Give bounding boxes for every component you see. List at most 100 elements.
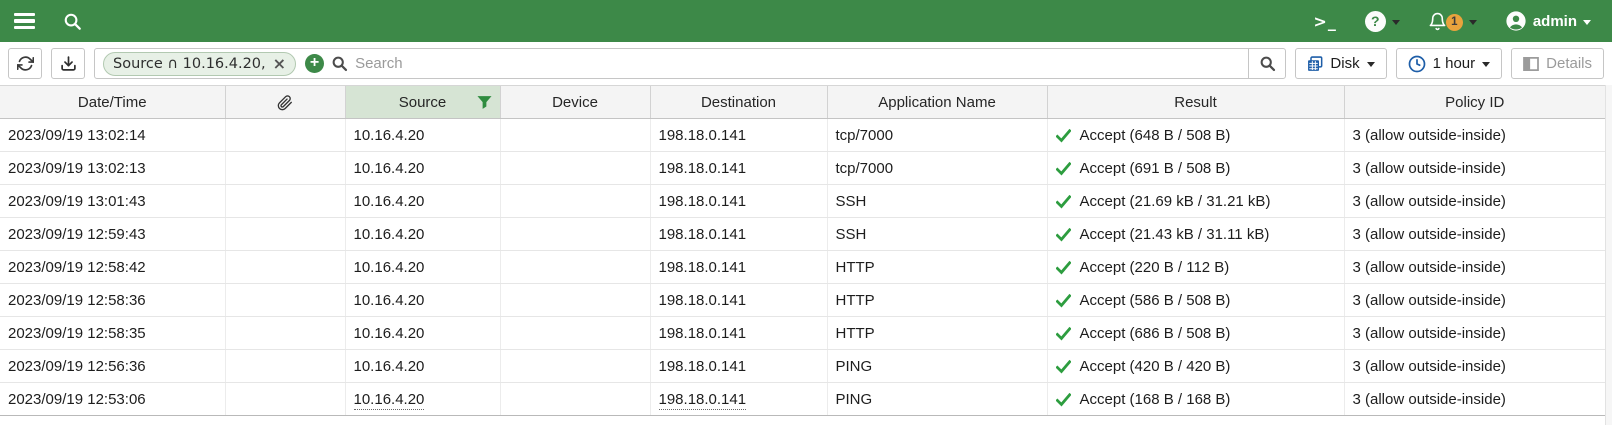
clock-icon xyxy=(1408,55,1426,73)
cell-result: Accept (21.69 kB / 31.21 kB) xyxy=(1047,185,1344,218)
cell-result: Accept (420 B / 420 B) xyxy=(1047,350,1344,383)
cell-application: HTTP xyxy=(827,284,1047,317)
cell-destination[interactable]: 198.18.0.141 xyxy=(650,383,827,416)
terminal-icon: >_ xyxy=(1313,12,1336,31)
cell-datetime: 2023/09/19 12:53:06 xyxy=(0,383,225,416)
search-filter-bar[interactable]: Source ∩ 10.16.4.20, × + xyxy=(94,48,1286,79)
cell-attachment xyxy=(225,152,345,185)
download-icon xyxy=(60,55,77,72)
column-header-source[interactable]: Source xyxy=(345,86,500,119)
time-range-dropdown[interactable]: 1 hour xyxy=(1396,48,1503,79)
cell-source[interactable]: 10.16.4.20 xyxy=(345,119,500,152)
download-button[interactable] xyxy=(51,48,85,79)
cell-source[interactable]: 10.16.4.20 xyxy=(345,284,500,317)
filter-icon[interactable] xyxy=(477,95,492,114)
notifications-menu[interactable]: 1 xyxy=(1421,12,1484,31)
log-toolbar: Source ∩ 10.16.4.20, × + Disk 1 hour Det xyxy=(0,42,1612,85)
cell-datetime: 2023/09/19 13:01:43 xyxy=(0,185,225,218)
search-input[interactable] xyxy=(355,55,1248,72)
cell-device xyxy=(500,218,650,251)
cell-destination[interactable]: 198.18.0.141 xyxy=(650,251,827,284)
cell-device xyxy=(500,317,650,350)
table-row[interactable]: 2023/09/19 12:58:36 10.16.4.20 198.18.0.… xyxy=(0,284,1605,317)
cell-datetime: 2023/09/19 13:02:13 xyxy=(0,152,225,185)
accept-check-icon xyxy=(1056,260,1071,275)
table-row[interactable]: 2023/09/19 12:59:43 10.16.4.20 198.18.0.… xyxy=(0,218,1605,251)
table-row[interactable]: 2023/09/19 13:02:13 10.16.4.20 198.18.0.… xyxy=(0,152,1605,185)
cell-destination[interactable]: 198.18.0.141 xyxy=(650,218,827,251)
cell-destination[interactable]: 198.18.0.141 xyxy=(650,350,827,383)
cell-datetime: 2023/09/19 12:59:43 xyxy=(0,218,225,251)
cell-source[interactable]: 10.16.4.20 xyxy=(345,350,500,383)
cell-source[interactable]: 10.16.4.20 xyxy=(345,383,500,416)
accept-check-icon xyxy=(1056,359,1071,374)
cell-result: Accept (168 B / 168 B) xyxy=(1047,383,1344,416)
cell-policy: 3 (allow outside-inside) xyxy=(1344,119,1605,152)
cell-source[interactable]: 10.16.4.20 xyxy=(345,185,500,218)
cell-source[interactable]: 10.16.4.20 xyxy=(345,251,500,284)
bell-icon xyxy=(1428,12,1447,31)
cell-destination[interactable]: 198.18.0.141 xyxy=(650,119,827,152)
notification-count-badge: 1 xyxy=(1446,14,1463,31)
cli-console-button[interactable]: >_ xyxy=(1306,12,1343,31)
column-header-attachment[interactable] xyxy=(225,86,345,119)
cell-destination[interactable]: 198.18.0.141 xyxy=(650,185,827,218)
cell-policy: 3 (allow outside-inside) xyxy=(1344,251,1605,284)
cell-destination[interactable]: 198.18.0.141 xyxy=(650,317,827,350)
column-header-policy[interactable]: Policy ID xyxy=(1344,86,1605,119)
cell-policy: 3 (allow outside-inside) xyxy=(1344,383,1605,416)
vertical-scrollbar[interactable] xyxy=(1605,85,1612,425)
table-row[interactable]: 2023/09/19 12:53:06 10.16.4.20 198.18.0.… xyxy=(0,383,1605,416)
details-toggle-button[interactable]: Details xyxy=(1511,48,1604,79)
cell-result: Accept (21.43 kB / 31.11 kB) xyxy=(1047,218,1344,251)
accept-check-icon xyxy=(1056,293,1071,308)
cell-result: Accept (586 B / 508 B) xyxy=(1047,284,1344,317)
filter-chip[interactable]: Source ∩ 10.16.4.20, × xyxy=(103,52,296,76)
cell-source[interactable]: 10.16.4.20 xyxy=(345,317,500,350)
cell-destination[interactable]: 198.18.0.141 xyxy=(650,284,827,317)
cell-attachment xyxy=(225,350,345,383)
user-menu[interactable]: admin xyxy=(1498,10,1598,32)
cell-policy: 3 (allow outside-inside) xyxy=(1344,284,1605,317)
log-viewer-app: >_ ? 1 admin xyxy=(0,0,1612,441)
column-header-result[interactable]: Result xyxy=(1047,86,1344,119)
column-header-datetime[interactable]: Date/Time xyxy=(0,86,225,119)
log-table-body: 2023/09/19 13:02:14 10.16.4.20 198.18.0.… xyxy=(0,119,1605,416)
refresh-icon xyxy=(17,55,34,72)
close-icon[interactable]: × xyxy=(273,56,286,72)
time-range-label: 1 hour xyxy=(1433,55,1476,72)
table-row[interactable]: 2023/09/19 13:01:43 10.16.4.20 198.18.0.… xyxy=(0,185,1605,218)
cell-attachment xyxy=(225,284,345,317)
cell-destination[interactable]: 198.18.0.141 xyxy=(650,152,827,185)
column-header-application[interactable]: Application Name xyxy=(827,86,1047,119)
chevron-down-icon xyxy=(1392,20,1400,25)
table-row[interactable]: 2023/09/19 13:02:14 10.16.4.20 198.18.0.… xyxy=(0,119,1605,152)
help-menu[interactable]: ? xyxy=(1358,11,1407,32)
column-header-source-label: Source xyxy=(399,94,447,111)
table-row[interactable]: 2023/09/19 12:58:35 10.16.4.20 198.18.0.… xyxy=(0,317,1605,350)
log-location-dropdown[interactable]: Disk xyxy=(1295,48,1386,79)
table-row[interactable]: 2023/09/19 12:58:42 10.16.4.20 198.18.0.… xyxy=(0,251,1605,284)
cell-source[interactable]: 10.16.4.20 xyxy=(345,152,500,185)
search-icon xyxy=(331,55,348,72)
column-header-device[interactable]: Device xyxy=(500,86,650,119)
cell-application: SSH xyxy=(827,218,1047,251)
cell-result: Accept (648 B / 508 B) xyxy=(1047,119,1344,152)
global-search-icon[interactable] xyxy=(63,12,82,31)
table-header-row: Date/Time Source Device Destination Appl… xyxy=(0,86,1605,119)
cell-attachment xyxy=(225,119,345,152)
cell-device xyxy=(500,152,650,185)
add-filter-button[interactable]: + xyxy=(305,54,324,73)
chevron-down-icon xyxy=(1469,20,1477,25)
refresh-button[interactable] xyxy=(8,48,42,79)
menu-icon[interactable] xyxy=(14,13,35,30)
paperclip-icon xyxy=(277,95,293,111)
filter-chip-label: Source ∩ 10.16.4.20, xyxy=(113,56,266,72)
cell-source[interactable]: 10.16.4.20 xyxy=(345,218,500,251)
column-header-destination[interactable]: Destination xyxy=(650,86,827,119)
cell-policy: 3 (allow outside-inside) xyxy=(1344,152,1605,185)
table-row[interactable]: 2023/09/19 12:56:36 10.16.4.20 198.18.0.… xyxy=(0,350,1605,383)
search-submit-button[interactable] xyxy=(1248,49,1285,78)
cell-application: HTTP xyxy=(827,317,1047,350)
accept-check-icon xyxy=(1056,161,1071,176)
